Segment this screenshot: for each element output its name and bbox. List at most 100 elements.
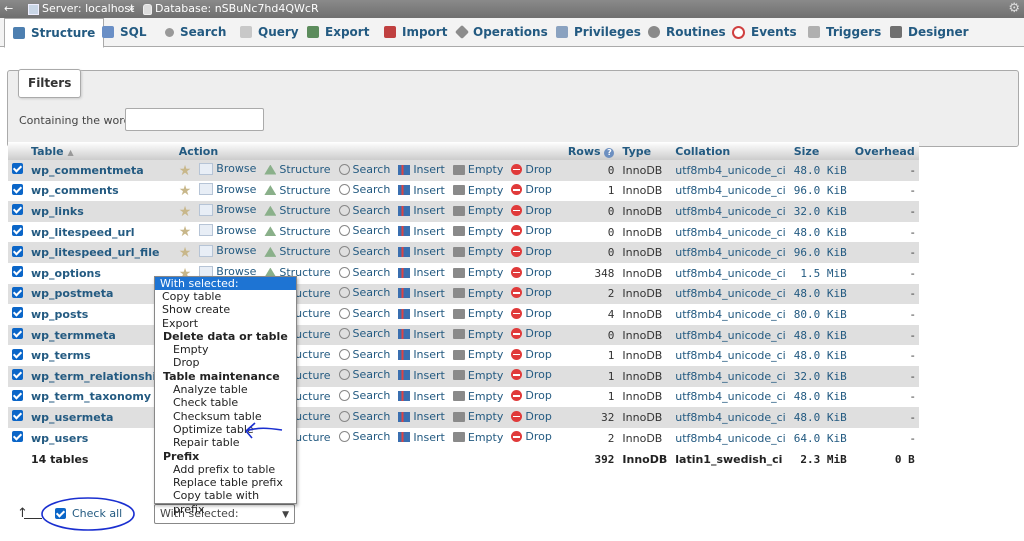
tab-routines[interactable]: Routines	[648, 18, 726, 46]
size-link[interactable]: 96.0 KiB	[789, 242, 851, 263]
dropdown-option[interactable]: Empty	[155, 343, 296, 356]
table-name-link[interactable]: wp_postmeta	[27, 283, 175, 305]
table-name-link[interactable]: wp_commentmeta	[27, 160, 175, 181]
size-link[interactable]: 48.0 KiB	[789, 407, 851, 428]
dropdown-option-selected[interactable]: With selected:	[155, 277, 296, 290]
header-size[interactable]: Size	[789, 142, 851, 160]
size-link[interactable]: 32.0 KiB	[789, 365, 851, 387]
action-insert-link[interactable]: Insert	[398, 266, 445, 279]
table-name-link[interactable]: wp_litespeed_url	[27, 221, 175, 243]
row-checkbox[interactable]	[12, 431, 23, 443]
header-rows[interactable]: Rows ?	[563, 142, 619, 160]
action-drop-link[interactable]: Drop	[511, 163, 552, 176]
action-search-link[interactable]: Search	[338, 266, 390, 279]
action-insert-link[interactable]: Insert	[398, 369, 445, 382]
favorite-star-icon[interactable]: ★	[179, 204, 192, 220]
size-link[interactable]: 96.0 KiB	[789, 180, 851, 202]
action-insert-link[interactable]: Insert	[398, 307, 445, 320]
back-arrow-icon[interactable]: ←	[4, 0, 13, 18]
action-structure-link[interactable]: Structure	[264, 204, 331, 217]
dropdown-option[interactable]: Checksum table	[155, 410, 296, 423]
table-name-link[interactable]: wp_term_relationships	[27, 365, 175, 387]
action-insert-link[interactable]: Insert	[398, 204, 445, 217]
table-name-link[interactable]: wp_users	[27, 427, 175, 449]
size-link[interactable]: 48.0 KiB	[789, 221, 851, 243]
tab-operations[interactable]: Operations	[454, 18, 548, 46]
action-empty-link[interactable]: Empty	[452, 266, 503, 279]
action-search-link[interactable]: Search	[338, 224, 390, 237]
row-checkbox[interactable]	[12, 328, 23, 340]
table-name-link[interactable]: wp_usermeta	[27, 407, 175, 428]
table-name-link[interactable]: wp_litespeed_url_file	[27, 242, 175, 263]
action-search-link[interactable]: Search	[338, 245, 390, 258]
tab-structure[interactable]: Structure	[4, 18, 105, 48]
action-structure-link[interactable]: Structure	[264, 225, 331, 238]
size-link[interactable]: 48.0 KiB	[789, 345, 851, 366]
tab-privileges[interactable]: Privileges	[556, 18, 641, 46]
table-name-link[interactable]: wp_options	[27, 262, 175, 284]
size-link[interactable]: 48.0 KiB	[789, 160, 851, 181]
favorite-star-icon[interactable]: ★	[179, 245, 192, 261]
action-drop-link[interactable]: Drop	[511, 430, 552, 443]
size-link[interactable]: 32.0 KiB	[789, 201, 851, 222]
action-browse-link[interactable]: Browse	[199, 244, 256, 257]
row-checkbox[interactable]	[12, 163, 23, 175]
action-search-link[interactable]: Search	[338, 183, 390, 196]
breadcrumb-server[interactable]: Server: localhost	[28, 0, 134, 18]
action-search-link[interactable]: Search	[338, 430, 390, 443]
action-empty-link[interactable]: Empty	[452, 204, 503, 217]
action-empty-link[interactable]: Empty	[452, 307, 503, 320]
tab-import[interactable]: Import	[384, 18, 447, 46]
tab-designer[interactable]: Designer	[890, 18, 969, 46]
action-insert-link[interactable]: Insert	[398, 163, 445, 176]
action-drop-link[interactable]: Drop	[511, 224, 552, 237]
action-drop-link[interactable]: Drop	[511, 245, 552, 258]
dropdown-option[interactable]: Replace table prefix	[155, 476, 296, 489]
action-insert-link[interactable]: Insert	[398, 287, 445, 300]
action-empty-link[interactable]: Empty	[452, 287, 503, 300]
action-search-link[interactable]: Search	[338, 410, 390, 423]
size-link[interactable]: 48.0 KiB	[789, 283, 851, 305]
action-insert-link[interactable]: Insert	[398, 431, 445, 444]
table-name-link[interactable]: wp_comments	[27, 180, 175, 202]
action-empty-link[interactable]: Empty	[452, 245, 503, 258]
size-link[interactable]: 48.0 KiB	[789, 324, 851, 346]
action-insert-link[interactable]: Insert	[398, 410, 445, 423]
action-drop-link[interactable]: Drop	[511, 368, 552, 381]
tab-export[interactable]: Export	[307, 18, 369, 46]
row-checkbox[interactable]	[12, 266, 23, 278]
action-empty-link[interactable]: Empty	[452, 225, 503, 238]
action-empty-link[interactable]: Empty	[452, 369, 503, 382]
action-search-link[interactable]: Search	[338, 163, 390, 176]
action-search-link[interactable]: Search	[338, 327, 390, 340]
header-collation[interactable]: Collation	[671, 142, 790, 160]
action-search-link[interactable]: Search	[338, 348, 390, 361]
action-browse-link[interactable]: Browse	[199, 224, 256, 237]
table-name-link[interactable]: wp_terms	[27, 345, 175, 366]
action-search-link[interactable]: Search	[338, 368, 390, 381]
breadcrumb-server-label[interactable]: Server: localhost	[42, 0, 134, 18]
tab-sql[interactable]: SQL	[102, 18, 147, 46]
filter-word-input[interactable]	[125, 108, 264, 131]
row-checkbox[interactable]	[12, 369, 23, 381]
check-all-control[interactable]: Check all	[55, 507, 122, 520]
action-structure-link[interactable]: Structure	[264, 163, 331, 176]
dropdown-option[interactable]: Copy table	[155, 290, 296, 303]
table-name-link[interactable]: wp_termmeta	[27, 324, 175, 346]
size-link[interactable]: 64.0 KiB	[789, 427, 851, 449]
check-all-checkbox[interactable]	[55, 508, 66, 519]
action-insert-link[interactable]: Insert	[398, 390, 445, 403]
action-empty-link[interactable]: Empty	[452, 328, 503, 341]
tab-triggers[interactable]: Triggers	[808, 18, 881, 46]
action-structure-link[interactable]: Structure	[264, 245, 331, 258]
action-drop-link[interactable]: Drop	[511, 204, 552, 217]
table-name-link[interactable]: wp_posts	[27, 304, 175, 325]
row-checkbox[interactable]	[12, 183, 23, 195]
action-empty-link[interactable]: Empty	[452, 184, 503, 197]
action-search-link[interactable]: Search	[338, 204, 390, 217]
dropdown-option[interactable]: Analyze table	[155, 383, 296, 396]
action-drop-link[interactable]: Drop	[511, 410, 552, 423]
breadcrumb-database-label[interactable]: Database: nSBuNc7hd4QWcR	[155, 0, 319, 18]
tab-search[interactable]: Search	[165, 18, 226, 46]
dropdown-option[interactable]: Add prefix to table	[155, 463, 296, 476]
